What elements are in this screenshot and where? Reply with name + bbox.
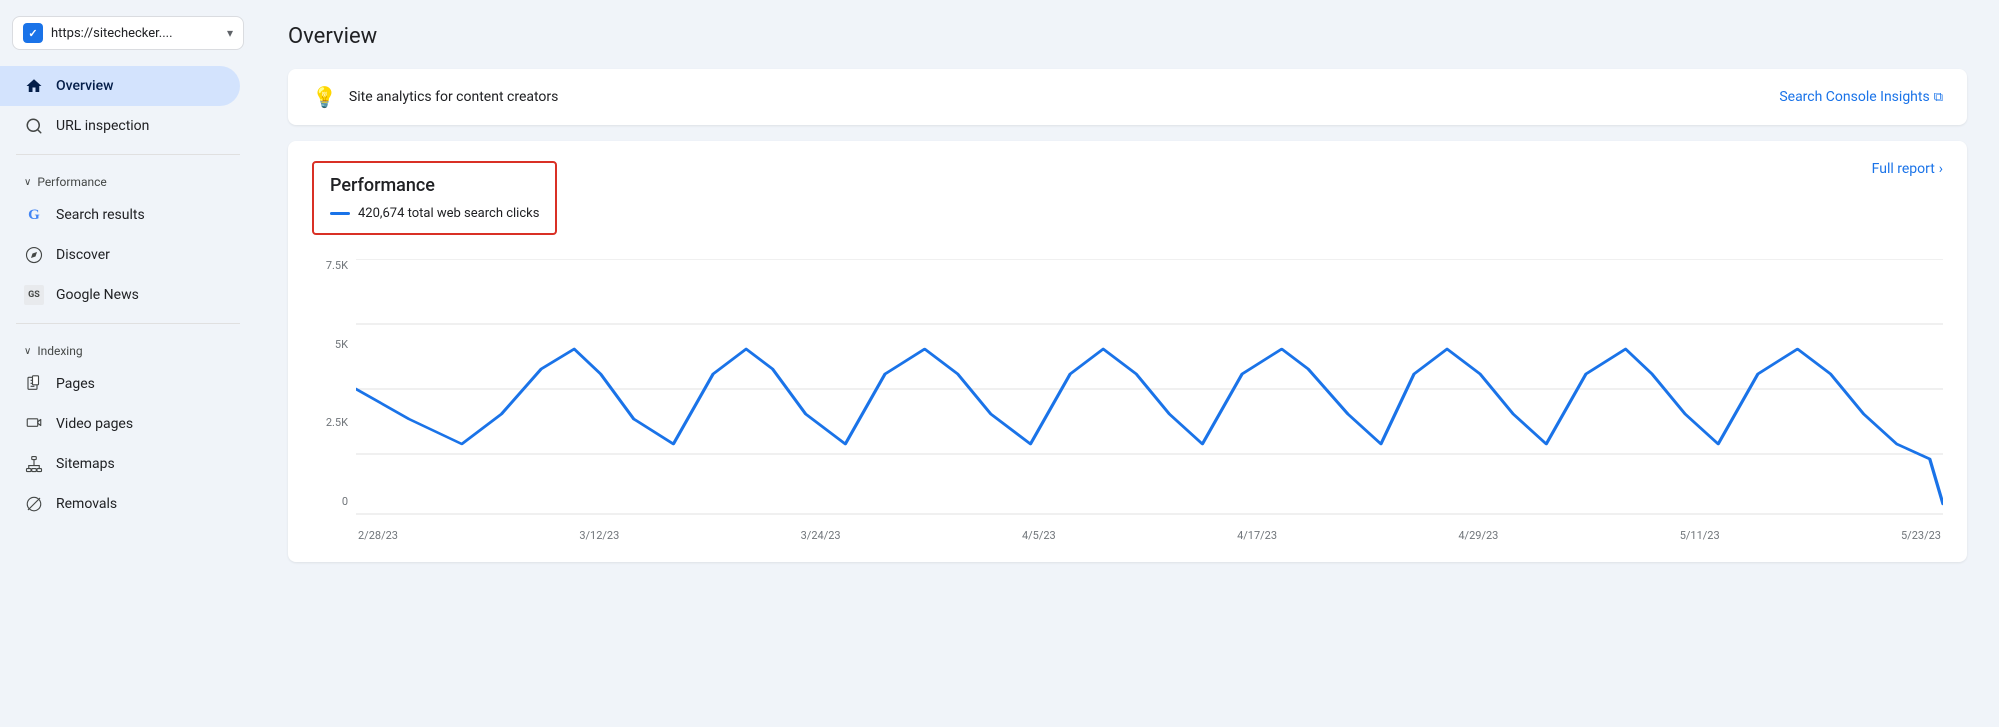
performance-highlight-box: Performance 420,674 total web search cli… [312,161,557,235]
google-g-icon: G [24,205,44,225]
sidebar-item-overview[interactable]: Overview [0,66,240,106]
external-link-icon: ⧉ [1934,90,1943,105]
performance-chevron-icon: ∨ [24,177,31,188]
sidebar-item-url-inspection[interactable]: URL inspection [0,106,240,146]
sidebar-search-results-label: Search results [56,207,145,223]
sidebar-item-pages[interactable]: Pages [0,364,240,404]
y-label-75k: 7.5K [312,259,348,272]
sidebar-section-performance[interactable]: ∨ Performance [0,163,256,195]
sidebar-item-sitemaps[interactable]: Sitemaps [0,444,240,484]
sidebar-item-google-news[interactable]: GS Google News [0,275,240,315]
performance-card-title: Performance [330,175,539,196]
url-text: https://sitechecker.... [51,26,219,41]
chart-x-axis: 2/28/23 3/12/23 3/24/23 4/5/23 4/17/23 4… [356,529,1943,542]
x-label-45: 4/5/23 [1022,529,1056,542]
discover-icon [24,245,44,265]
chart-main: 2/28/23 3/12/23 3/24/23 4/5/23 4/17/23 4… [356,259,1943,542]
performance-card: Performance 420,674 total web search cli… [288,141,1967,562]
url-bar[interactable]: https://sitechecker.... ▾ [12,16,244,50]
chart-body: 7.5K 5K 2.5K 0 [312,259,1943,542]
url-inspection-icon [24,116,44,136]
sidebar-google-news-label: Google News [56,287,139,303]
banner-text: Site analytics for content creators [349,89,558,105]
x-label-228: 2/28/23 [358,529,398,542]
insight-banner: 💡 Site analytics for content creators Se… [288,69,1967,125]
chevron-right-icon: › [1939,161,1943,177]
x-label-523: 5/23/23 [1901,529,1941,542]
divider-2 [16,323,240,324]
sidebar-overview-label: Overview [56,78,113,94]
sidebar-removals-label: Removals [56,496,117,512]
x-label-312: 3/12/23 [579,529,619,542]
url-check-icon [23,23,43,43]
banner-left: 💡 Site analytics for content creators [312,85,558,109]
removals-icon [24,494,44,514]
search-console-insights-link[interactable]: Search Console Insights ⧉ [1779,89,1943,105]
chart-y-axis: 7.5K 5K 2.5K 0 [312,259,348,512]
divider-1 [16,154,240,155]
indexing-chevron-icon: ∨ [24,346,31,357]
full-report-link[interactable]: Full report › [1872,161,1943,177]
sidebar-item-search-results[interactable]: G Search results [0,195,240,235]
sidebar: https://sitechecker.... ▾ Overview URL i… [0,0,256,727]
video-pages-icon [24,414,44,434]
google-news-icon: GS [24,285,44,305]
sidebar-item-discover[interactable]: Discover [0,235,240,275]
y-label-25k: 2.5K [312,416,348,429]
sidebar-item-removals[interactable]: Removals [0,484,240,524]
y-label-0: 0 [312,495,348,508]
pages-icon [24,374,44,394]
main-content: Overview 💡 Site analytics for content cr… [256,0,1999,727]
bulb-icon: 💡 [312,85,337,109]
x-label-417: 4/17/23 [1237,529,1277,542]
sidebar-pages-label: Pages [56,376,95,392]
home-icon [24,76,44,96]
sitemaps-icon [24,454,44,474]
x-label-324: 3/24/23 [801,529,841,542]
sidebar-item-video-pages[interactable]: Video pages [0,404,240,444]
performance-stat-text: 420,674 total web search clicks [358,206,539,221]
sidebar-sitemaps-label: Sitemaps [56,456,115,472]
page-title: Overview [288,24,1967,49]
chart-container: 7.5K 5K 2.5K 0 [312,259,1943,542]
y-label-5k: 5K [312,338,348,351]
performance-stat: 420,674 total web search clicks [330,206,539,221]
sidebar-discover-label: Discover [56,247,110,263]
stat-line-indicator [330,212,350,215]
indexing-section-label: Indexing [37,344,82,358]
sidebar-url-inspection-label: URL inspection [56,118,149,134]
x-label-429: 4/29/23 [1458,529,1498,542]
sidebar-video-pages-label: Video pages [56,416,133,432]
performance-section-label: Performance [37,175,106,189]
url-chevron-icon: ▾ [227,26,233,40]
performance-card-header: Performance 420,674 total web search cli… [312,161,1943,251]
sidebar-section-indexing[interactable]: ∨ Indexing [0,332,256,364]
chart-svg [356,259,1943,519]
x-label-511: 5/11/23 [1680,529,1720,542]
